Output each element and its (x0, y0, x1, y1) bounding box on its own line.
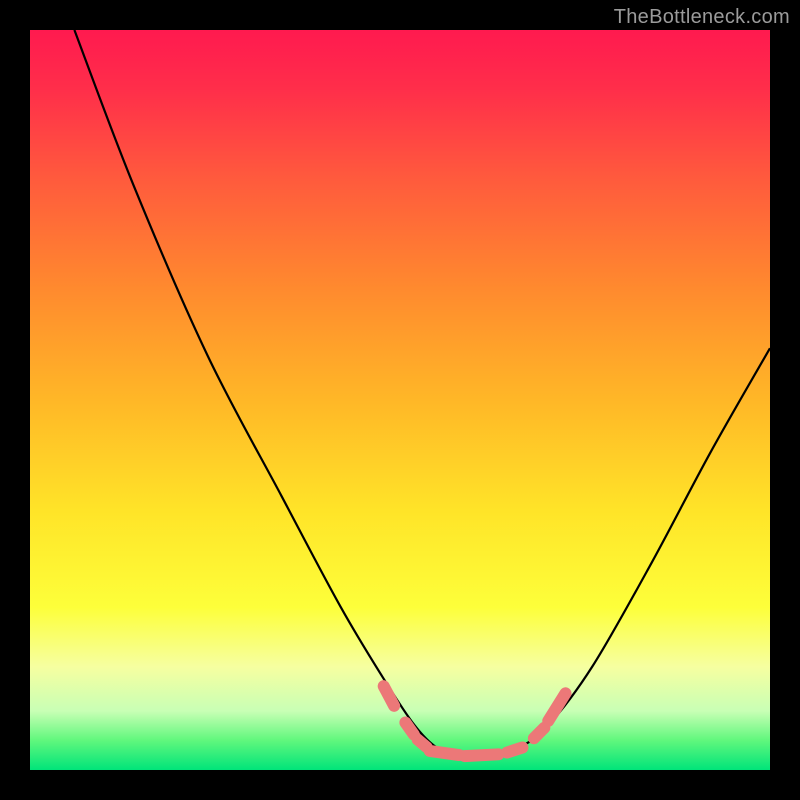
watermark-text: TheBottleneck.com (614, 6, 790, 29)
marker-dash (464, 754, 498, 756)
plot-area (30, 30, 770, 770)
curve-path (74, 30, 770, 756)
marker-dash (548, 693, 565, 721)
marker-dash (405, 723, 413, 735)
marker-dash (507, 748, 522, 753)
marker-dash (418, 740, 427, 748)
marker-dash (534, 728, 544, 738)
bottleneck-curve (74, 30, 770, 756)
curve-markers (384, 686, 566, 756)
marker-dash (430, 751, 459, 755)
chart-frame: TheBottleneck.com (0, 0, 800, 800)
chart-svg (30, 30, 770, 770)
marker-dash (384, 686, 394, 706)
